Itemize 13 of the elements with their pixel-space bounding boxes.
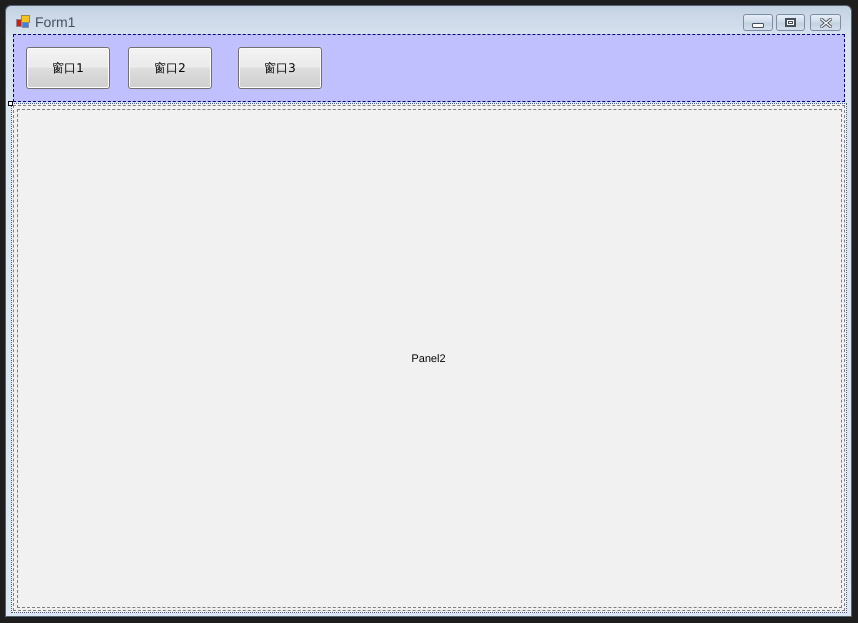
window-button[interactable]: 窗口2	[128, 47, 212, 89]
maximize-button[interactable]	[776, 14, 805, 31]
window-button[interactable]: 窗口1	[26, 47, 110, 89]
minimize-icon	[752, 22, 764, 28]
squares-icon	[16, 15, 30, 28]
window-title: Form1	[35, 14, 76, 30]
close-button[interactable]	[810, 14, 841, 31]
panel-label: Panel2	[411, 352, 446, 364]
maximize-icon	[785, 18, 796, 27]
window-button[interactable]: 窗口3	[238, 47, 322, 89]
close-icon	[820, 18, 832, 28]
resize-handle[interactable]	[8, 101, 13, 106]
minimize-button[interactable]	[743, 14, 773, 31]
